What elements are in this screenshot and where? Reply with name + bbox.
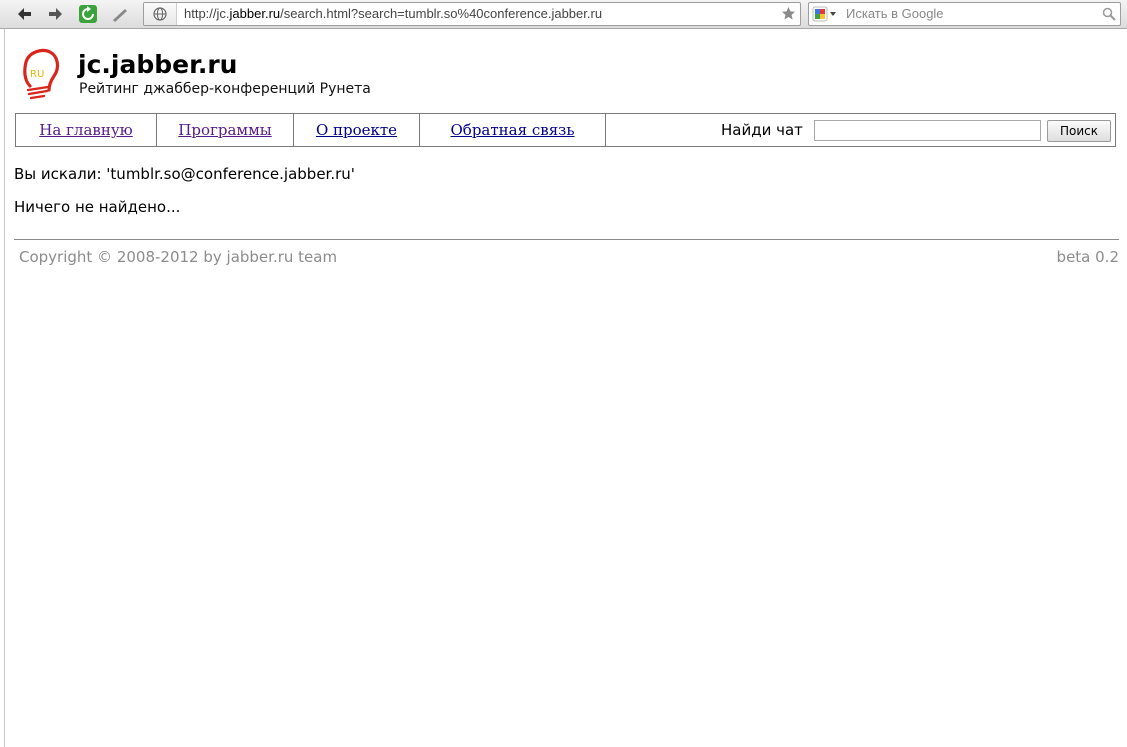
- browser-search-placeholder: Искать в Google: [846, 6, 944, 21]
- google-icon[interactable]: [809, 3, 841, 25]
- star-icon[interactable]: [781, 6, 796, 25]
- back-arrow-icon[interactable]: [12, 3, 36, 25]
- window-border: [4, 29, 5, 747]
- browser-toolbar: http://jc.jabber.ru/search.html?search=t…: [0, 0, 1127, 29]
- no-results-message: Ничего не найдено...: [14, 198, 181, 216]
- url-prefix: http://jc.: [184, 6, 230, 21]
- nav-bar: На главную Программы О проекте Обратная …: [15, 113, 1116, 147]
- site-subtitle: Рейтинг джаббер-конференций Рунета: [79, 81, 371, 97]
- site-title: jc.jabber.ru: [78, 50, 238, 79]
- pen-icon[interactable]: [108, 3, 132, 25]
- globe-icon[interactable]: [144, 3, 177, 25]
- reload-icon[interactable]: [76, 3, 100, 25]
- nav-divider: [605, 114, 606, 146]
- url-path: /search.html?search=tumblr.so%40conferen…: [280, 6, 603, 21]
- nav-link-home[interactable]: На главную: [16, 114, 156, 146]
- nav-link-about[interactable]: О проекте: [294, 114, 419, 146]
- footer-copyright: Copyright © 2008-2012 by jabber.ru team: [19, 248, 338, 266]
- address-bar-text[interactable]: http://jc.jabber.ru/search.html?search=t…: [184, 6, 602, 21]
- logo-text: RU: [30, 69, 44, 80]
- chat-search-button[interactable]: Поиск: [1047, 120, 1111, 142]
- chat-search-input[interactable]: [814, 120, 1041, 141]
- magnifier-icon[interactable]: [1102, 6, 1116, 25]
- footer-divider: [14, 239, 1119, 240]
- address-bar[interactable]: http://jc.jabber.ru/search.html?search=t…: [143, 2, 801, 26]
- nav-link-feedback[interactable]: Обратная связь: [420, 114, 605, 146]
- url-domain: jabber.ru: [229, 6, 281, 21]
- nav-link-programs[interactable]: Программы: [157, 114, 293, 146]
- chat-search-label: Найди чат: [721, 121, 803, 139]
- site-logo[interactable]: RU: [22, 46, 62, 100]
- search-query-text: Вы искали: 'tumblr.so@conference.jabber.…: [14, 165, 355, 183]
- browser-search-bar[interactable]: Искать в Google: [808, 2, 1121, 26]
- forward-arrow-icon[interactable]: [44, 3, 68, 25]
- footer-version: beta 0.2: [1056, 248, 1119, 266]
